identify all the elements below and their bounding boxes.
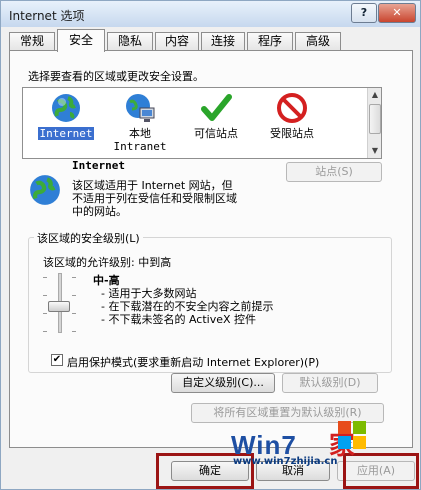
tab-security[interactable]: 安全 <box>57 29 105 52</box>
checkmark-icon <box>201 94 232 121</box>
zone-restricted-label: 受限站点 <box>270 127 314 140</box>
level-bullets: - 适用于大多数网站 - 在下载潜在的不安全内容之前提示 - 不下载未签名的 A… <box>101 287 273 326</box>
level-bullet: - 不下载未签名的 ActiveX 控件 <box>101 313 257 326</box>
level-bullet: - 在下载潜在的不安全内容之前提示 <box>101 300 274 313</box>
slider-tick <box>43 313 47 314</box>
zone-internet-label: Internet <box>37 127 95 140</box>
protected-mode-checkbox[interactable]: ✔ <box>51 354 63 366</box>
scroll-up-icon[interactable]: ▲ <box>369 89 381 101</box>
windows-logo-icon <box>338 421 366 449</box>
zone-description-line: 该区域适用于 Internet 网站，但 <box>72 179 233 192</box>
restricted-icon <box>277 93 307 123</box>
slider-tick <box>72 313 76 314</box>
slider-tick <box>72 295 76 296</box>
intranet-icon <box>126 94 155 122</box>
zone-restricted-sites[interactable]: 受限站点 <box>257 92 327 140</box>
internet-options-dialog: Internet 选项 ? ✕ 常规 安全 隐私 内容 连接 程序 高级 选择要… <box>0 0 421 490</box>
slider-tick <box>43 295 47 296</box>
title-bar: Internet 选项 ? ✕ <box>1 1 420 27</box>
custom-level-button[interactable]: 自定义级别(C)... <box>171 373 275 393</box>
tab-programs[interactable]: 程序 <box>247 32 293 51</box>
sites-button[interactable]: 站点(S) <box>286 162 382 182</box>
allowed-levels-text: 该区域的允许级别: 中到高 <box>43 256 172 269</box>
security-slider-thumb[interactable] <box>48 301 70 312</box>
help-button[interactable]: ? <box>351 3 377 23</box>
close-button[interactable]: ✕ <box>378 3 416 23</box>
zone-description: 该区域适用于 Internet 网站，但 不适用于列在受信任和受限制区域 中的网… <box>72 179 292 218</box>
tab-connections[interactable]: 连接 <box>201 32 245 51</box>
zones-list[interactable]: Internet 本地 Intranet 可信站点 受限站点 ▲ ▼ <box>22 87 382 159</box>
window-title: Internet 选项 <box>9 9 85 23</box>
default-level-button[interactable]: 默认级别(D) <box>282 373 378 393</box>
selected-zone-name: Internet <box>72 159 125 172</box>
selected-zone-icon <box>28 173 64 209</box>
level-bullet: - 适用于大多数网站 <box>101 287 197 300</box>
watermark-url: www.win7zhijia.cn <box>233 456 338 467</box>
tab-general[interactable]: 常规 <box>9 32 55 51</box>
tab-content[interactable]: 内容 <box>155 32 199 51</box>
scroll-down-icon[interactable]: ▼ <box>369 145 381 157</box>
zone-internet[interactable]: Internet <box>31 92 101 140</box>
globe-icon <box>52 94 80 122</box>
tab-advanced[interactable]: 高级 <box>295 32 341 51</box>
zone-description-line: 不适用于列在受信任和受限制区域 <box>72 192 237 205</box>
zone-description-line: 中的网站。 <box>72 205 127 218</box>
globe-icon <box>30 175 60 205</box>
scroll-thumb[interactable] <box>369 104 381 134</box>
level-name: 中-高 <box>93 274 120 287</box>
zone-intranet-label1: 本地 <box>129 127 151 140</box>
protected-mode-label: 启用保护模式(要求重新启动 Internet Explorer)(P) <box>67 356 320 369</box>
zone-trusted-label: 可信站点 <box>194 127 238 140</box>
zones-scrollbar[interactable]: ▲ ▼ <box>367 88 381 158</box>
slider-tick <box>43 277 47 278</box>
slider-tick <box>72 277 76 278</box>
slider-tick <box>72 331 76 332</box>
zone-instruction: 选择要查看的区域或更改安全设置。 <box>28 70 204 83</box>
zone-intranet-label2: Intranet <box>113 140 167 153</box>
tab-privacy[interactable]: 隐私 <box>107 32 153 51</box>
security-level-title: 该区域的安全级别(L) <box>34 230 143 246</box>
zone-trusted-sites[interactable]: 可信站点 <box>181 92 251 140</box>
slider-tick <box>43 331 47 332</box>
zone-local-intranet[interactable]: 本地 Intranet <box>105 92 175 153</box>
